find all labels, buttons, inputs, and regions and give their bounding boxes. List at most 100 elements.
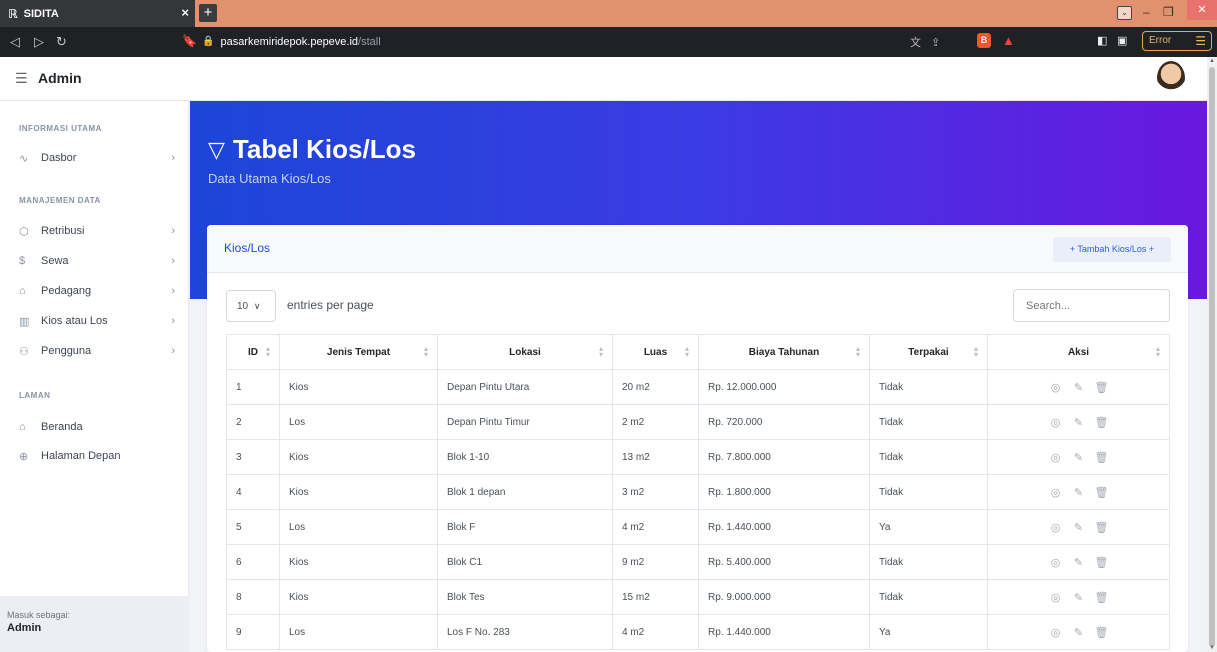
table-cell: Depan Pintu Utara (437, 369, 613, 405)
forward-icon[interactable]: ▷ (34, 34, 44, 50)
sidebar-item-beranda[interactable]: ⌂ Beranda (19, 416, 179, 438)
page-scrollbar[interactable]: ▲ ▼ (1207, 57, 1217, 652)
scroll-up-icon[interactable]: ▲ (1209, 58, 1215, 64)
restore-icon[interactable]: ❐ (1163, 5, 1174, 19)
scroll-down-icon[interactable]: ▼ (1209, 645, 1215, 651)
bookmark-icon[interactable]: 🔖 (182, 34, 197, 48)
kios-card: Kios/Los + Tambah Kios/Los + 10 ∨ entrie… (207, 225, 1188, 652)
close-window-icon[interactable]: ✕ (1187, 0, 1217, 20)
sidebar-item-halaman-depan[interactable]: ⊕ Halaman Depan (19, 445, 179, 467)
sidebar-item-label: Kios atau Los (41, 315, 108, 327)
globe-icon: ⊕ (19, 450, 29, 463)
table-cell: 6 (226, 544, 280, 580)
wallet-icon[interactable]: ▣ (1117, 34, 1127, 47)
sidebar-item-pengguna[interactable]: ⚇ Pengguna › (19, 340, 179, 362)
delete-icon[interactable]: 🗑 (1090, 556, 1113, 569)
sort-icon: ▴ ▾ (855, 344, 860, 359)
edit-icon[interactable]: ✎ (1067, 626, 1090, 639)
card-header: Kios/Los + Tambah Kios/Los + (207, 225, 1188, 273)
table-cell: Rp. 1.440.000 (698, 509, 870, 545)
column-header[interactable]: Biaya Tahunan ▴ ▾ (698, 334, 870, 370)
delete-icon[interactable]: 🗑 (1090, 416, 1113, 429)
delete-icon[interactable]: 🗑 (1090, 521, 1113, 534)
edit-icon[interactable]: ✎ (1067, 486, 1090, 499)
edit-icon[interactable]: ✎ (1067, 591, 1090, 604)
edit-icon[interactable]: ✎ (1067, 521, 1090, 534)
table-row: 8 Kios Blok Tes 15 m2 Rp. 9.000.000 Tidak ◎ ✎ 🗑 (226, 579, 1170, 615)
add-kios-button[interactable]: + Tambah Kios/Los + (1053, 237, 1171, 262)
delete-icon[interactable]: 🗑 (1090, 381, 1113, 394)
logged-in-label: Masuk sebagai: (7, 610, 71, 620)
chevron-down-icon: ∨ (253, 301, 261, 311)
reload-icon[interactable]: ↻ (56, 34, 67, 50)
new-tab-button[interactable]: + (199, 4, 217, 22)
column-header[interactable]: ID ▴ ▾ (226, 334, 280, 370)
column-header[interactable]: Lokasi ▴ ▾ (437, 334, 613, 370)
column-header[interactable]: Aksi ▴ ▾ (987, 334, 1170, 370)
sidebar-item-kios[interactable]: ▥ Kios atau Los › (19, 310, 179, 332)
view-icon[interactable]: ◎ (1044, 556, 1067, 569)
rewards-icon[interactable]: ▲ (1002, 33, 1015, 48)
table-cell: Rp. 1.800.000 (698, 474, 870, 510)
sidebar-item-dasbor[interactable]: ∿ Dasbor › (19, 147, 179, 169)
row-actions: ◎ ✎ 🗑 (987, 614, 1170, 650)
sidebar-item-pedagang[interactable]: ⌂ Pedagang › (19, 280, 179, 302)
table-cell: Blok F (437, 509, 613, 545)
table-cell: Rp. 720.000 (698, 404, 870, 440)
brave-shield-icon[interactable]: B (977, 33, 991, 48)
sidebar-item-sewa[interactable]: $ Sewa › (19, 250, 179, 272)
translate-share-icons[interactable]: 文⇪ (910, 34, 950, 50)
column-header[interactable]: Luas ▴ ▾ (612, 334, 699, 370)
url-field[interactable]: 🔒 pasarkemiridepok.pepeve.id /stall (202, 29, 1016, 54)
table-cell: Los (279, 509, 438, 545)
view-icon[interactable]: ◎ (1044, 486, 1067, 499)
view-icon[interactable]: ◎ (1044, 591, 1067, 604)
back-icon[interactable]: ◁ (10, 34, 20, 50)
table-row: 9 Los Los F No. 283 4 m2 Rp. 1.440.000 Ya ◎ ✎ 🗑 (226, 614, 1170, 650)
error-menu-button[interactable]: Error ☰ (1142, 31, 1212, 51)
sidebar-item-label: Dasbor (41, 152, 77, 164)
delete-icon[interactable]: 🗑 (1090, 451, 1113, 464)
edit-icon[interactable]: ✎ (1067, 416, 1090, 429)
close-tab-icon[interactable]: × (181, 5, 189, 20)
filter-icon: ▽ (208, 136, 225, 162)
table-cell: Rp. 9.000.000 (698, 579, 870, 615)
browser-titlebar: ℝ SIDITA × + ⌄ – ❐ ✕ (0, 0, 1217, 27)
scrollbar-thumb[interactable] (1209, 67, 1215, 647)
delete-icon[interactable]: 🗑 (1090, 486, 1113, 499)
table-cell: Kios (279, 544, 438, 580)
chevron-right-icon: › (171, 255, 175, 267)
per-page-select[interactable]: 10 ∨ (226, 290, 276, 322)
view-icon[interactable]: ◎ (1044, 381, 1067, 394)
browser-tab[interactable]: ℝ SIDITA × (0, 0, 195, 27)
column-header[interactable]: Terpakai ▴ ▾ (869, 334, 988, 370)
view-icon[interactable]: ◎ (1044, 626, 1067, 639)
tab-title: SIDITA (23, 7, 59, 20)
sort-icon: ▴ ▾ (684, 344, 689, 359)
row-actions: ◎ ✎ 🗑 (987, 369, 1170, 405)
minimize-icon[interactable]: – (1143, 5, 1150, 19)
delete-icon[interactable]: 🗑 (1090, 626, 1113, 639)
view-icon[interactable]: ◎ (1044, 451, 1067, 464)
edit-icon[interactable]: ✎ (1067, 381, 1090, 394)
sidebar-item-label: Sewa (41, 255, 69, 267)
view-icon[interactable]: ◎ (1044, 416, 1067, 429)
table-cell: Blok Tes (437, 579, 613, 615)
search-input[interactable] (1013, 289, 1170, 322)
page-title: ▽ Tabel Kios/Los (208, 134, 416, 165)
delete-icon[interactable]: 🗑 (1090, 591, 1113, 604)
tab-search-icon[interactable]: ⌄ (1117, 6, 1132, 20)
chevron-right-icon: › (171, 345, 175, 357)
table-cell: Tidak (869, 439, 988, 475)
column-header[interactable]: Jenis Tempat ▴ ▾ (279, 334, 438, 370)
edit-icon[interactable]: ✎ (1067, 556, 1090, 569)
lock-icon: 🔒 (202, 36, 215, 47)
sidebar-toggle-icon[interactable]: ◧ (1097, 34, 1107, 47)
avatar[interactable] (1157, 61, 1185, 95)
view-icon[interactable]: ◎ (1044, 521, 1067, 534)
sidebar-item-retribusi[interactable]: ⬡ Retribusi › (19, 220, 179, 242)
sidebar-item-label: Pedagang (41, 285, 92, 297)
edit-icon[interactable]: ✎ (1067, 451, 1090, 464)
hamburger-icon[interactable]: ☰ (15, 70, 28, 87)
sort-icon: ▴ ▾ (265, 344, 270, 359)
